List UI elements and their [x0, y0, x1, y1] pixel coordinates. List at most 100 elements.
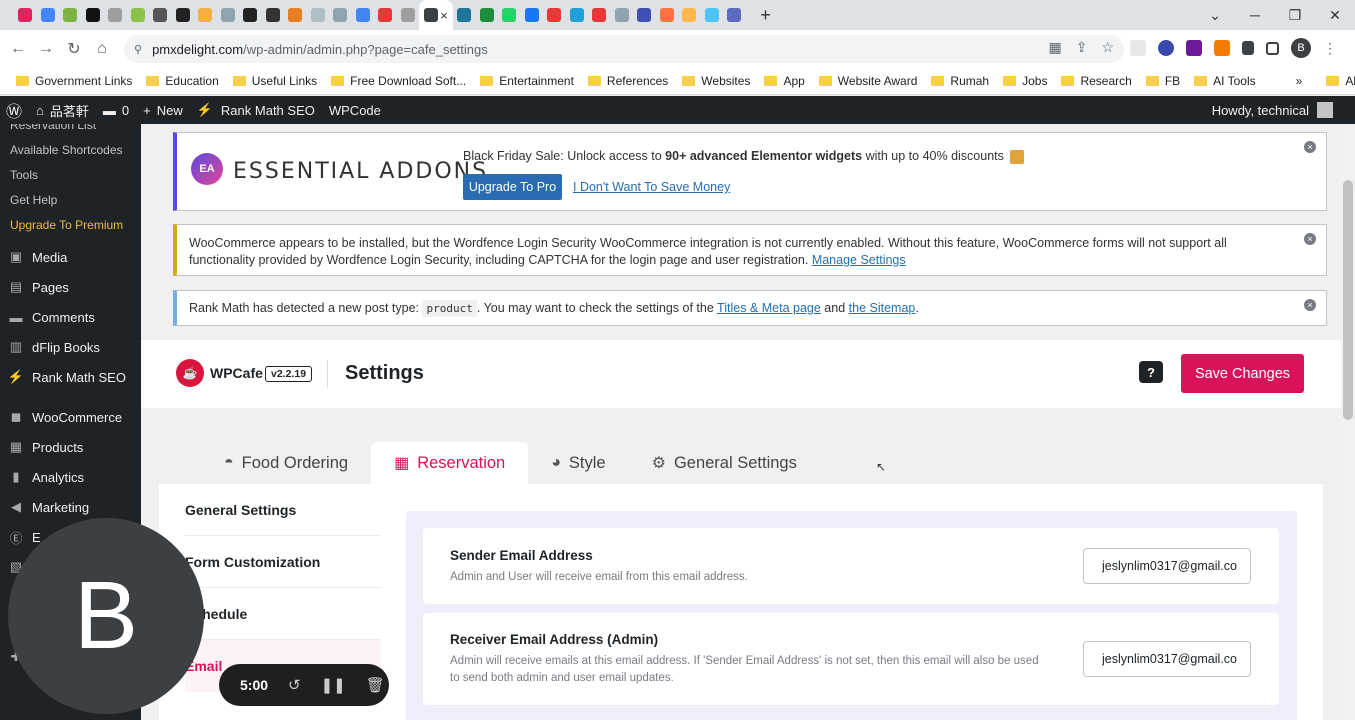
bookmark-folder[interactable]: Research	[1061, 74, 1132, 88]
sidebar-item[interactable]: ▮ Analytics	[0, 462, 141, 492]
browser-tab[interactable]	[498, 0, 521, 30]
side-panel-icon[interactable]	[1266, 41, 1279, 55]
minimize-button[interactable]: ─	[1235, 7, 1275, 23]
bookmark-folder[interactable]: References	[587, 74, 668, 88]
reload-icon[interactable]: ↻	[60, 39, 88, 59]
sender-email-input[interactable]	[1083, 548, 1251, 584]
all-bookmarks-folder[interactable]: All Bookmarks	[1326, 74, 1355, 88]
bookmark-folder[interactable]: Free Download Soft...	[331, 74, 466, 88]
bookmark-folder[interactable]: Jobs	[1003, 74, 1047, 88]
sidebar-item[interactable]: ▣ Media	[0, 242, 141, 272]
puzzle-icon[interactable]	[1242, 41, 1254, 55]
manage-settings-link[interactable]: Manage Settings	[812, 253, 906, 267]
back-icon[interactable]: ←	[4, 40, 32, 58]
browser-tab[interactable]	[194, 0, 217, 30]
browser-tab[interactable]	[633, 0, 656, 30]
close-window-button[interactable]: ✕	[1315, 7, 1355, 24]
site-name-link[interactable]: ⌂ 品茗軒	[36, 101, 89, 120]
browser-tab[interactable]	[678, 0, 701, 30]
bookmark-star-icon[interactable]: ☆	[1101, 39, 1114, 56]
bookmark-folder[interactable]: App	[764, 74, 805, 88]
close-tab-icon[interactable]: ×	[440, 8, 448, 23]
sidebar-item[interactable]: ◀ Marketing	[0, 492, 141, 522]
new-content-link[interactable]: + New	[143, 103, 183, 118]
pause-icon[interactable]: ❚❚	[321, 676, 346, 694]
browser-tab[interactable]	[127, 0, 150, 30]
share-icon[interactable]: ⇪	[1076, 39, 1088, 56]
browser-tab[interactable]	[172, 0, 195, 30]
bookmark-folder[interactable]: Government Links	[16, 74, 132, 88]
browser-tab[interactable]	[723, 0, 746, 30]
wordpress-logo-icon[interactable]: Ⓦ	[6, 98, 22, 122]
browser-tab[interactable]	[476, 0, 499, 30]
sitemap-link[interactable]: the Sitemap	[849, 301, 916, 315]
restart-icon[interactable]: ↺	[288, 676, 301, 694]
tab-search-icon[interactable]: ⌄	[1195, 7, 1235, 24]
sidebar-subitem[interactable]: Reservation List	[0, 124, 141, 137]
site-info-icon[interactable]: ⚲	[134, 43, 142, 56]
receiver-email-input[interactable]	[1083, 641, 1251, 677]
browser-tab[interactable]	[284, 0, 307, 30]
subnav-form-customization[interactable]: Form Customization	[185, 536, 381, 588]
bookmark-folder[interactable]: Education	[146, 74, 219, 88]
browser-tab[interactable]	[588, 0, 611, 30]
sidebar-item[interactable]: ◼ WooCommerce	[0, 402, 141, 432]
browser-tab[interactable]	[374, 0, 397, 30]
upgrade-to-pro-button[interactable]: Upgrade To Pro	[463, 174, 562, 200]
browser-tab[interactable]	[14, 0, 37, 30]
browser-tab[interactable]	[217, 0, 240, 30]
browser-tab[interactable]	[37, 0, 60, 30]
dismiss-icon[interactable]: ×	[1304, 141, 1316, 153]
browser-tab[interactable]	[329, 0, 352, 30]
browser-tab[interactable]	[149, 0, 172, 30]
browser-tab[interactable]	[521, 0, 544, 30]
bookmark-folder[interactable]: FB	[1145, 74, 1180, 88]
sidebar-upgrade-premium[interactable]: Upgrade To Premium	[0, 212, 141, 237]
page-scrollbar[interactable]	[1341, 124, 1355, 720]
howdy-link[interactable]: Howdy, technical	[1212, 103, 1309, 118]
sidebar-item[interactable]: ▥ dFlip Books	[0, 332, 141, 362]
bookmark-folder[interactable]: Website Award	[818, 74, 917, 88]
home-icon[interactable]: ⌂	[88, 40, 116, 58]
translate-icon[interactable]: ▦	[1048, 39, 1061, 56]
bookmarks-overflow-button[interactable]: »	[1296, 74, 1303, 88]
user-avatar[interactable]	[1317, 102, 1333, 118]
tab-food-ordering[interactable]: ◓ Food Ordering	[201, 442, 371, 484]
sidebar-subitem[interactable]: Available Shortcodes	[0, 137, 141, 162]
profile-avatar[interactable]: B	[1291, 38, 1311, 58]
bookmark-folder[interactable]: AI Tools	[1194, 74, 1256, 88]
sidebar-item[interactable]: ▦ Products	[0, 432, 141, 462]
comments-link[interactable]: ▬ 0	[103, 103, 129, 118]
menu-kebab-icon[interactable]: ⋮	[1323, 40, 1337, 57]
subnav-general-settings[interactable]: General Settings	[185, 484, 381, 536]
dismiss-icon[interactable]: ×	[1304, 299, 1316, 311]
browser-tab[interactable]	[543, 0, 566, 30]
browser-tab[interactable]	[397, 0, 420, 30]
browser-tab[interactable]	[59, 0, 82, 30]
browser-tab[interactable]	[611, 0, 634, 30]
browser-tab[interactable]	[701, 0, 724, 30]
browser-tab[interactable]	[566, 0, 589, 30]
rankmath-link[interactable]: ⚡ Rank Math SEO	[197, 102, 315, 118]
save-changes-button[interactable]: Save Changes	[1181, 354, 1304, 393]
subnav-schedule[interactable]: Schedule	[185, 588, 381, 640]
help-icon[interactable]: ?	[1139, 361, 1163, 383]
dismiss-icon[interactable]: ×	[1304, 233, 1316, 245]
browser-tab[interactable]: ×	[419, 0, 453, 30]
forward-icon[interactable]: →	[32, 40, 60, 58]
browser-tab[interactable]	[352, 0, 375, 30]
bookmark-folder[interactable]: Entertainment	[480, 74, 574, 88]
browser-tab[interactable]	[239, 0, 262, 30]
bookmark-folder[interactable]: Rumah	[931, 74, 989, 88]
sidebar-subitem[interactable]: Tools	[0, 162, 141, 187]
browser-tab[interactable]	[656, 0, 679, 30]
address-bar[interactable]: ⚲ pmxdelight.com/wp-admin/admin.php?page…	[124, 35, 1124, 63]
bookmark-folder[interactable]: Useful Links	[232, 74, 317, 88]
browser-tab[interactable]	[104, 0, 127, 30]
browser-tab[interactable]	[82, 0, 105, 30]
extension-icon[interactable]	[1186, 40, 1202, 56]
wpcode-link[interactable]: WPCode	[329, 103, 381, 118]
sidebar-item[interactable]: ▤ Pages	[0, 272, 141, 302]
browser-tab[interactable]	[453, 0, 476, 30]
tab-style[interactable]: ◕ Style	[528, 442, 628, 484]
